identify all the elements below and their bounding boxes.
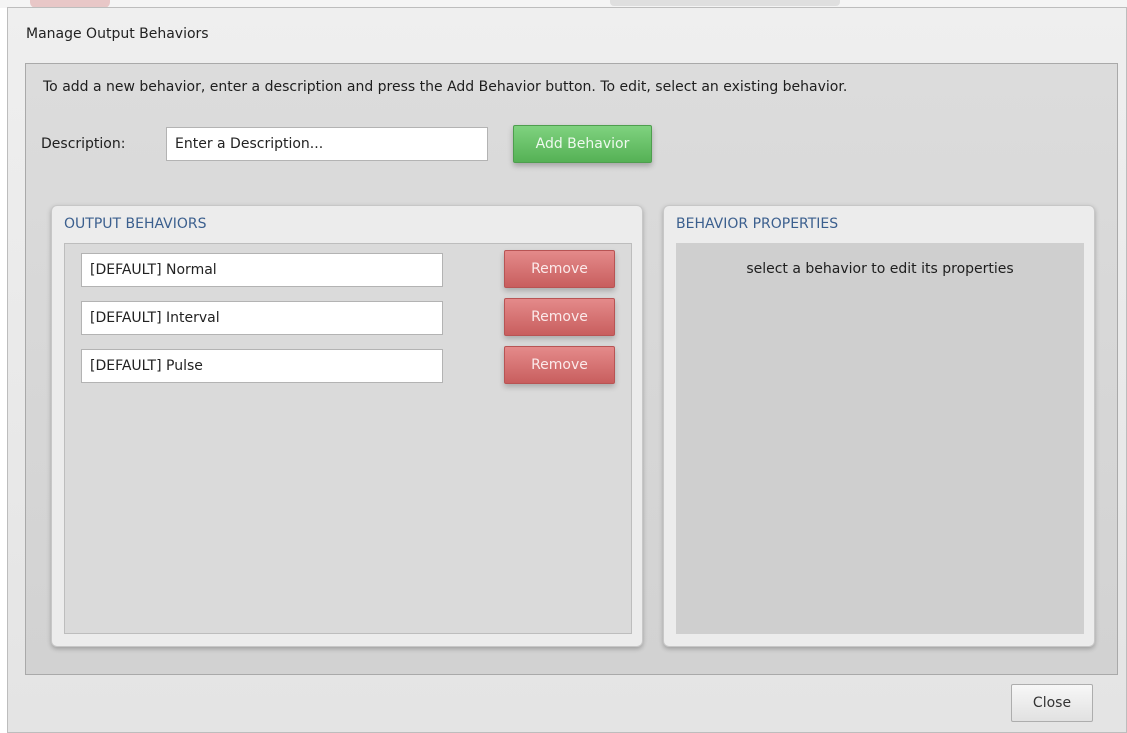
content-panel: To add a new behavior, enter a descripti… (25, 63, 1118, 675)
close-button[interactable]: Close (1011, 684, 1093, 722)
remove-button-pulse[interactable]: Remove (504, 346, 615, 384)
behavior-field-pulse[interactable]: [DEFAULT] Pulse (81, 349, 443, 383)
background-element (610, 0, 840, 6)
list-item: [DEFAULT] Normal Remove (65, 250, 633, 289)
description-input[interactable] (166, 127, 488, 161)
add-behavior-button[interactable]: Add Behavior (513, 125, 652, 163)
behavior-properties-area: select a behavior to edit its properties (676, 243, 1084, 634)
output-behaviors-title: OUTPUT BEHAVIORS (64, 216, 207, 232)
list-item: [DEFAULT] Interval Remove (65, 298, 633, 337)
behavior-field-interval[interactable]: [DEFAULT] Interval (81, 301, 443, 335)
dialog-title: Manage Output Behaviors (26, 26, 209, 42)
behavior-field-normal[interactable]: [DEFAULT] Normal (81, 253, 443, 287)
instructions-text: To add a new behavior, enter a descripti… (43, 79, 848, 95)
list-item: [DEFAULT] Pulse Remove (65, 346, 633, 385)
behavior-properties-title: BEHAVIOR PROPERTIES (676, 216, 839, 232)
behavior-list: [DEFAULT] Normal Remove [DEFAULT] Interv… (64, 243, 632, 634)
remove-button-normal[interactable]: Remove (504, 250, 615, 288)
output-behaviors-group: OUTPUT BEHAVIORS [DEFAULT] Normal Remove… (51, 205, 643, 647)
remove-button-interval[interactable]: Remove (504, 298, 615, 336)
behavior-properties-group: BEHAVIOR PROPERTIES select a behavior to… (663, 205, 1095, 647)
behavior-properties-hint: select a behavior to edit its properties (746, 261, 1014, 277)
description-label: Description: (41, 136, 126, 152)
screen: Manage Output Behaviors To add a new beh… (0, 0, 1127, 733)
manage-output-behaviors-dialog: Manage Output Behaviors To add a new beh… (7, 7, 1127, 733)
